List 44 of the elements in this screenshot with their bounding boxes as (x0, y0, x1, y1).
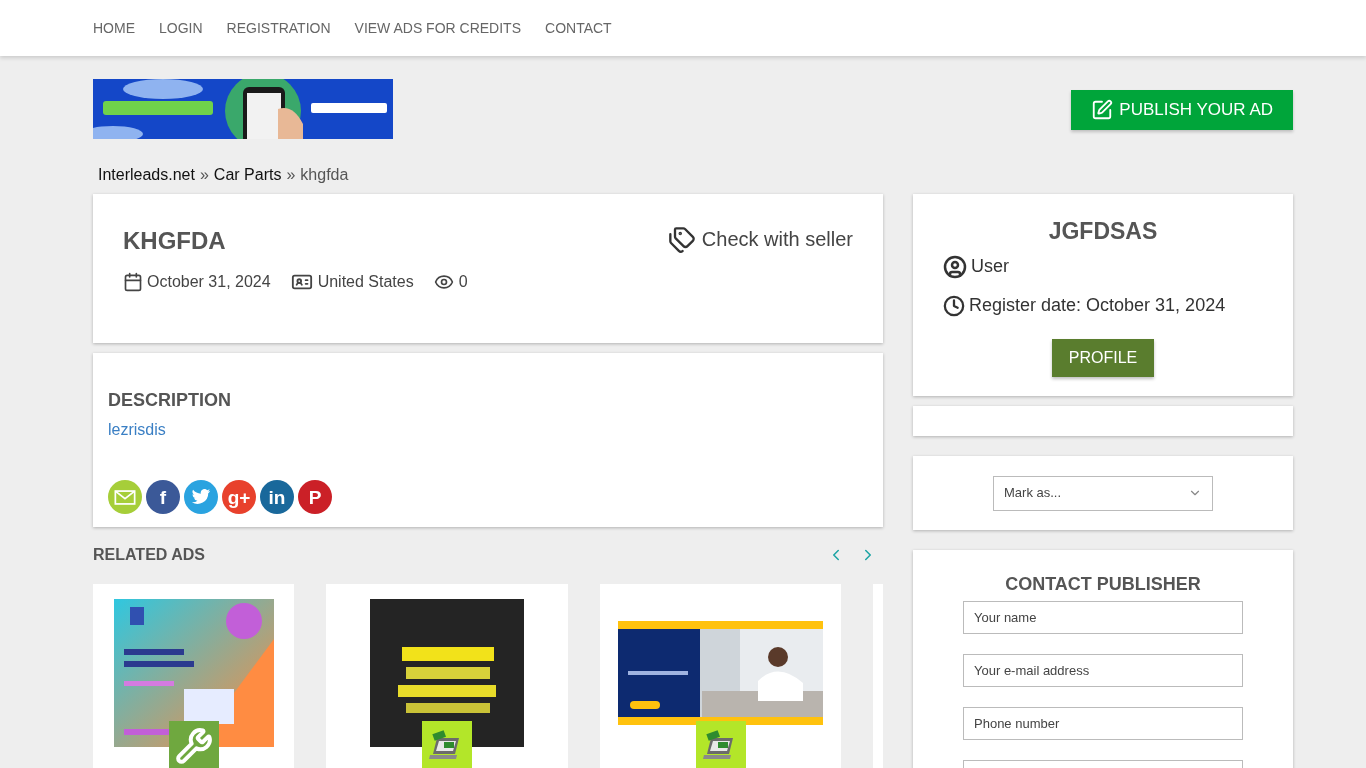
ad-title: KHGFDA (123, 226, 227, 256)
input-field[interactable]: Your name (963, 601, 1243, 634)
description-heading: DESCRIPTION (108, 389, 232, 412)
related-ad-card[interactable] (93, 584, 294, 768)
seller-role: User (971, 255, 1009, 278)
social-share-icon[interactable]: in (260, 480, 294, 514)
input-field[interactable]: Your e-mail address (963, 654, 1243, 687)
social-share-icon[interactable]: g+ (222, 480, 256, 514)
description-text: lezrisdis (108, 420, 167, 440)
social-share-icon[interactable]: f (146, 480, 180, 514)
breadcrumb-separator: » (286, 165, 296, 185)
bird-share-icon[interactable] (184, 480, 218, 514)
calendar-icon (123, 272, 143, 292)
ad-location: United States (317, 272, 414, 292)
breadcrumb-link[interactable]: Car Parts (213, 163, 282, 187)
view-count: 0 (458, 272, 468, 292)
register-date: Register date: October 31, 2024 (969, 294, 1226, 317)
profile-button[interactable]: PROFILE (1052, 339, 1154, 377)
nav-link[interactable]: LOGIN (159, 17, 203, 39)
nav-link[interactable]: REGISTRATION (226, 17, 331, 39)
breadcrumb-separator: » (199, 165, 209, 185)
breadcrumb-link[interactable]: Interleads.net (98, 163, 195, 187)
clock-icon (943, 294, 965, 317)
user-icon (943, 254, 967, 279)
mark-as-select[interactable]: Mark as... (993, 475, 1213, 511)
publish-ad-button[interactable]: PUBLISH YOUR AD (1071, 90, 1293, 130)
price-tags-icon (667, 226, 696, 254)
related-ad-card[interactable] (326, 584, 568, 768)
social-share-icon[interactable]: P (298, 480, 332, 514)
nav-link[interactable]: HOME (93, 17, 135, 39)
related-ad-card[interactable] (600, 584, 841, 768)
nav-link[interactable]: VIEW ADS FOR CREDITS (354, 17, 521, 39)
wrench-icon (174, 727, 213, 765)
seller-name: JGFDSAS (1047, 217, 1159, 245)
edit-icon (1091, 99, 1114, 121)
contact-heading: CONTACT PUBLISHER (1004, 573, 1202, 595)
email-share-icon[interactable] (108, 480, 142, 514)
related-ads-heading: RELATED ADS (93, 545, 205, 565)
nav-link[interactable]: CONTACT (545, 17, 612, 39)
ad-date: October 31, 2024 (147, 272, 271, 292)
input-field[interactable]: Phone number (963, 707, 1243, 740)
eye-icon (432, 272, 455, 292)
breadcrumb-current: khgfda (300, 165, 349, 185)
ad-price: Check with seller (701, 227, 853, 252)
